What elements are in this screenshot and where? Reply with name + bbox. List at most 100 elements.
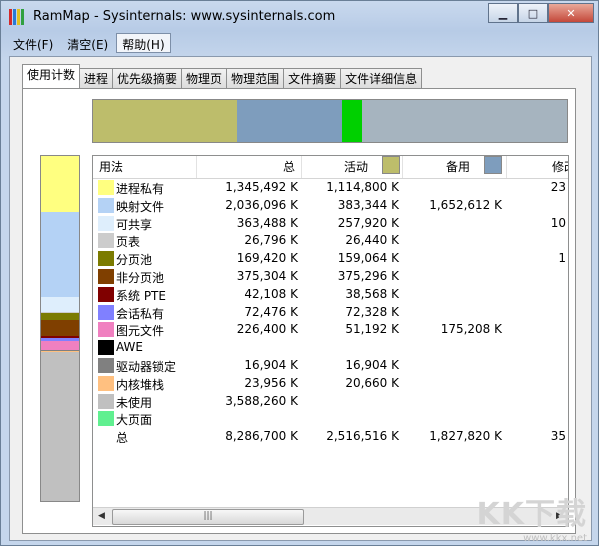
menu-bar: 文件(F) 清空(E) 帮助(H) <box>7 33 171 53</box>
row-total-value: 169,420 K <box>236 251 298 266</box>
row-modified-value: 10 <box>550 215 566 230</box>
table-body: 进程私有 1,345,492 K 1,114,800 K 23 映射文件 2,036,09… <box>93 179 568 446</box>
row-color-swatch <box>98 375 114 391</box>
row-label: 总 <box>116 431 129 446</box>
table-row[interactable]: 图元文件 226,400 K 51,192 K 175,208 K <box>93 321 568 339</box>
memory-usage-bar <box>40 155 80 502</box>
memory-state-segment-active <box>93 100 238 142</box>
row-total-value: 226,400 K <box>236 322 298 337</box>
header-modified[interactable]: 修改 <box>508 156 568 178</box>
table-row[interactable]: 驱动器锁定 16,904 K 16,904 K <box>93 357 568 375</box>
scroll-thumb[interactable]: ||| <box>112 509 304 525</box>
row-label: 非分页池 <box>116 270 165 285</box>
row-total-value: 8,286,700 K <box>225 429 298 444</box>
row-active-value: 2,516,516 K <box>326 429 399 444</box>
row-active-value: 72,328 K <box>345 304 399 319</box>
row-active-value: 383,344 K <box>337 197 399 212</box>
row-label: 进程私有 <box>116 182 165 196</box>
close-button[interactable]: ✕ <box>548 3 594 23</box>
tab-physical-ranges[interactable]: 物理范围 <box>226 68 285 88</box>
header-active[interactable]: 活动 <box>303 156 403 178</box>
row-total-value: 3,588,260 K <box>225 393 298 408</box>
table-row[interactable]: 进程私有 1,345,492 K 1,114,800 K 23 <box>93 179 568 197</box>
header-standby-label: 备用 <box>445 160 470 174</box>
header-total[interactable]: 总 <box>198 156 302 178</box>
tab-file-details[interactable]: 文件详细信息 <box>340 68 423 88</box>
table-row[interactable]: 未使用 3,588,260 K <box>93 393 568 411</box>
header-standby[interactable]: 备用 <box>404 156 507 178</box>
row-total-value: 375,304 K <box>236 268 298 283</box>
row-color-swatch <box>98 340 114 356</box>
row-label: 大页面 <box>116 413 153 428</box>
row-modified-value: 1 <box>558 251 566 266</box>
watermark-logo: KK下载 <box>476 497 587 532</box>
row-color-swatch <box>98 197 114 213</box>
usage-segment-shareable <box>41 296 79 312</box>
memory-state-segment-modified <box>341 100 362 142</box>
row-standby-value: 1,827,820 K <box>429 429 502 444</box>
menu-help[interactable]: 帮助(H) <box>116 33 171 53</box>
table-row[interactable]: 内核堆栈 23,956 K 20,660 K <box>93 375 568 393</box>
row-standby-value: 1,652,612 K <box>429 197 502 212</box>
row-total-value: 26,796 K <box>244 233 298 248</box>
row-modified-value: 23 <box>550 180 566 194</box>
tab-use-counts[interactable]: 使用计数 <box>22 64 81 88</box>
table-row[interactable]: AWE <box>93 339 568 357</box>
table-row[interactable]: 会话私有 72,476 K 72,328 K <box>93 304 568 322</box>
row-color-swatch <box>98 251 114 267</box>
row-total-value: 72,476 K <box>244 304 298 319</box>
maximize-button[interactable]: □ <box>518 3 548 23</box>
row-label: 图元文件 <box>116 324 165 339</box>
table-row[interactable]: 总 8,286,700 K 2,516,516 K 1,827,820 K 35 <box>93 428 568 446</box>
use-counts-table[interactable]: 用法 总 活动 备用 修改 进程私有 1,345,492 K 1,114,800 K… <box>92 155 569 527</box>
row-label: 映射文件 <box>116 199 165 214</box>
row-label: 分页池 <box>116 253 153 268</box>
site-watermark: KK下载 www.kkx.net <box>477 489 588 544</box>
minimize-button[interactable]: ▁ <box>488 3 518 23</box>
row-total-value: 16,904 K <box>244 357 298 372</box>
row-color-swatch <box>98 180 114 195</box>
table-row[interactable]: 非分页池 375,304 K 375,296 K <box>93 268 568 286</box>
menu-file[interactable]: 文件(F) <box>7 33 59 53</box>
row-modified-value: 35 <box>550 429 566 444</box>
row-label: 页表 <box>116 235 141 250</box>
menu-empty[interactable]: 清空(E) <box>61 33 114 53</box>
row-color-swatch <box>98 268 114 284</box>
table-row[interactable]: 系统 PTE 42,108 K 38,568 K <box>93 286 568 304</box>
table-row[interactable]: 大页面 <box>93 410 568 428</box>
row-active-value: 159,064 K <box>337 251 399 266</box>
row-label: 系统 PTE <box>116 288 166 303</box>
row-total-value: 42,108 K <box>244 286 298 301</box>
table-row[interactable]: 分页池 169,420 K 159,064 K 1 <box>93 250 568 268</box>
memory-state-bar <box>92 99 568 143</box>
row-active-value: 1,114,800 K <box>326 180 399 194</box>
table-row[interactable]: 页表 26,796 K 26,440 K <box>93 232 568 250</box>
row-color-swatch <box>98 357 114 373</box>
row-label: 会话私有 <box>116 306 165 321</box>
tab-priority-summary[interactable]: 优先级摘要 <box>112 68 183 88</box>
rammap-window: RamMap - Sysinternals: www.sysinternals.… <box>0 0 599 546</box>
table-row[interactable]: 映射文件 2,036,096 K 383,344 K 1,652,612 K <box>93 197 568 215</box>
row-color-swatch <box>98 322 114 338</box>
memory-state-segment-standby <box>237 100 342 142</box>
table-row[interactable]: 可共享 363,488 K 257,920 K 10 <box>93 215 568 233</box>
window-title: RamMap - Sysinternals: www.sysinternals.… <box>33 9 336 24</box>
usage-segment-metafile <box>41 340 79 351</box>
row-label: AWE <box>116 340 143 355</box>
scroll-left-arrow[interactable]: ◀ <box>93 508 110 525</box>
tab-physical-pages[interactable]: 物理页 <box>181 68 228 88</box>
row-color-swatch <box>98 215 114 231</box>
row-active-value: 16,904 K <box>345 357 399 372</box>
tab-file-summary[interactable]: 文件摘要 <box>283 68 342 88</box>
tab-strip: 使用计数 进程 优先级摘要 物理页 物理范围 文件摘要 文件详细信息 <box>22 64 423 88</box>
usage-segment-paged_pool <box>41 313 79 321</box>
row-label: 驱动器锁定 <box>116 359 177 374</box>
usage-segment-mapped_file <box>41 211 79 297</box>
row-active-value: 38,568 K <box>345 286 399 301</box>
tab-processes[interactable]: 进程 <box>79 68 114 88</box>
header-usage[interactable]: 用法 <box>93 156 197 178</box>
table-header: 用法 总 活动 备用 修改 <box>93 156 568 179</box>
row-active-value: 20,660 K <box>345 375 399 390</box>
row-color-swatch <box>98 286 114 302</box>
row-label: 内核堆栈 <box>116 377 165 392</box>
